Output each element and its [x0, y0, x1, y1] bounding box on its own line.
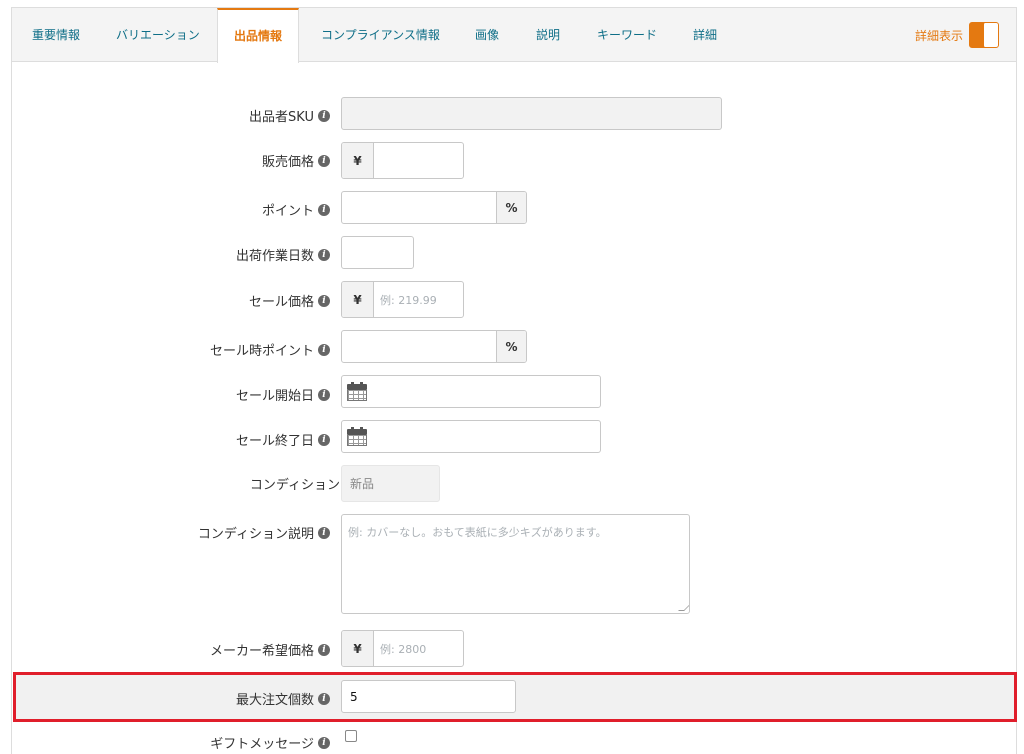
- points-input[interactable]: %: [341, 191, 527, 224]
- percent-addon: %: [496, 192, 526, 223]
- resize-handle[interactable]: [678, 605, 689, 611]
- info-icon[interactable]: i: [318, 736, 330, 749]
- sale-price-label: セール価格 i: [249, 291, 330, 310]
- max-order-qty-value: 5: [350, 689, 358, 704]
- sale-price-input[interactable]: ¥ 例: 219.99: [341, 281, 464, 318]
- info-icon[interactable]: i: [318, 154, 330, 167]
- price-input[interactable]: ¥: [341, 142, 464, 179]
- msrp-input[interactable]: ¥ 例: 2800: [341, 630, 464, 667]
- condition-value: 新品: [350, 477, 375, 491]
- sale-points-label: セール時ポイント i: [210, 340, 330, 359]
- tab-description[interactable]: 説明: [536, 8, 560, 62]
- sale-start-label: セール開始日 i: [236, 385, 330, 404]
- info-icon[interactable]: i: [318, 692, 330, 705]
- seller-sku-label: 出品者SKU i: [249, 106, 330, 125]
- calendar-icon[interactable]: [347, 381, 369, 402]
- max-order-qty-input[interactable]: 5: [341, 680, 516, 713]
- info-icon[interactable]: i: [318, 643, 330, 656]
- points-label: ポイント i: [262, 200, 330, 219]
- sale-price-placeholder: 例: 219.99: [380, 293, 437, 307]
- tab-more-details[interactable]: 詳細: [693, 8, 717, 62]
- tab-images[interactable]: 画像: [475, 8, 499, 62]
- tab-compliance[interactable]: コンプライアンス情報: [321, 8, 440, 62]
- sale-start-date-input[interactable]: [341, 375, 601, 408]
- info-icon[interactable]: i: [318, 203, 330, 216]
- condition-select[interactable]: 新品: [341, 465, 440, 502]
- condition-label: コンディション: [249, 478, 340, 493]
- tab-vital-info[interactable]: 重要情報: [32, 8, 80, 62]
- condition-note-placeholder: 例: カバーなし。おもて表紙に多少キズがあります。: [348, 526, 607, 539]
- sale-end-date-input[interactable]: [341, 420, 601, 453]
- detail-view-toggle[interactable]: [969, 22, 999, 48]
- price-label: 販売価格 i: [262, 151, 330, 170]
- seller-sku-input[interactable]: [341, 97, 722, 130]
- handling-days-label: 出荷作業日数 i: [236, 245, 330, 264]
- toggle-knob: [983, 23, 998, 47]
- sale-points-input[interactable]: %: [341, 330, 527, 363]
- listing-form-panel: 重要情報 バリエーション 出品情報 コンプライアンス情報 画像 説明 キーワード…: [11, 7, 1017, 754]
- handling-days-input[interactable]: [341, 236, 414, 269]
- info-icon[interactable]: i: [318, 433, 330, 446]
- msrp-label: メーカー希望価格 i: [210, 640, 330, 659]
- condition-note-label: コンディション説明 i: [198, 523, 330, 542]
- info-icon[interactable]: i: [318, 343, 330, 356]
- tab-offer[interactable]: 出品情報: [217, 8, 300, 63]
- gift-message-label: ギフトメッセージ i: [210, 733, 330, 752]
- detail-view-label: 詳細表示: [914, 28, 963, 43]
- info-icon[interactable]: i: [318, 388, 330, 401]
- gift-message-checkbox[interactable]: [345, 730, 357, 742]
- msrp-placeholder: 例: 2800: [380, 642, 427, 656]
- info-icon[interactable]: i: [318, 294, 330, 307]
- sale-end-label: セール終了日 i: [236, 430, 330, 449]
- condition-note-textarea[interactable]: 例: カバーなし。おもて表紙に多少キズがあります。: [341, 514, 690, 614]
- detail-view-toggle-group: 詳細表示: [915, 21, 999, 49]
- info-icon[interactable]: i: [318, 526, 330, 539]
- yen-addon: ¥: [342, 143, 374, 178]
- tab-keywords[interactable]: キーワード: [597, 8, 657, 62]
- calendar-icon[interactable]: [347, 426, 369, 447]
- tab-bar: 重要情報 バリエーション 出品情報 コンプライアンス情報 画像 説明 キーワード…: [12, 8, 1016, 63]
- tab-variations[interactable]: バリエーション: [116, 8, 200, 62]
- max-order-qty-label: 最大注文個数 i: [236, 689, 330, 708]
- info-icon[interactable]: i: [318, 109, 330, 122]
- yen-addon: ¥: [342, 282, 374, 317]
- yen-addon: ¥: [342, 631, 374, 666]
- info-icon[interactable]: i: [318, 248, 330, 261]
- percent-addon: %: [496, 331, 526, 362]
